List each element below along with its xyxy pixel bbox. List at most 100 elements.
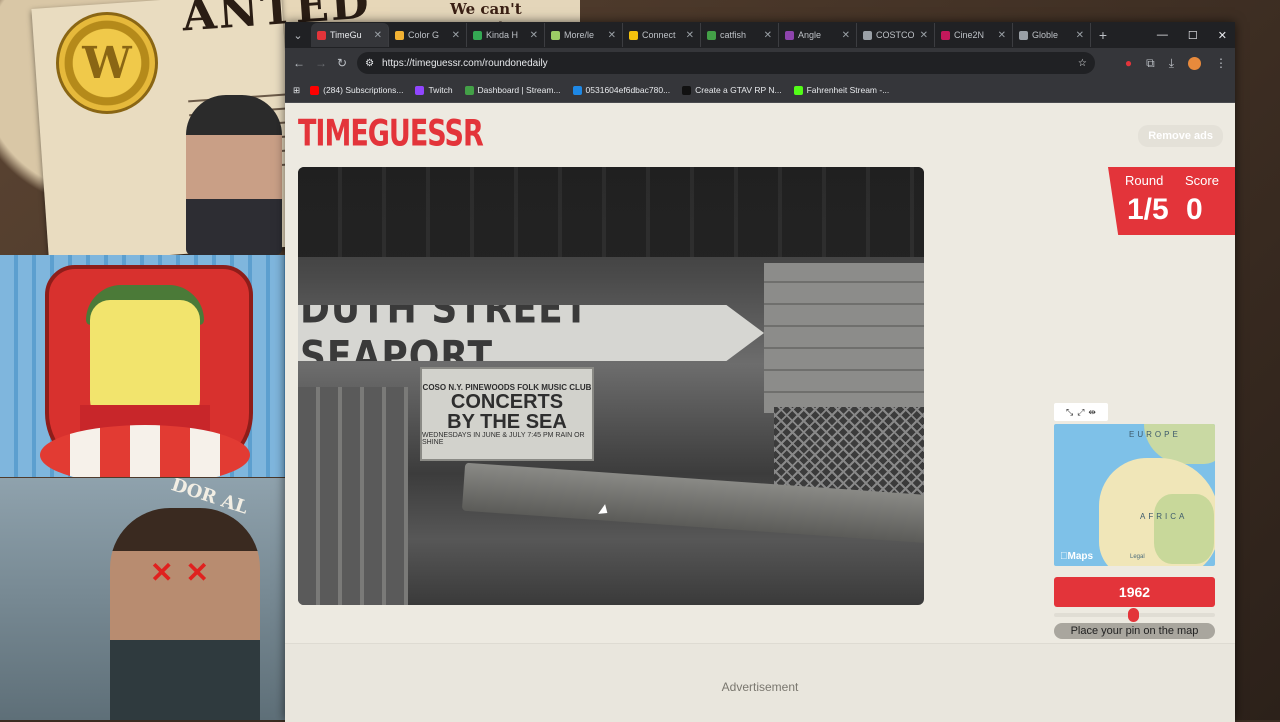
bookmark-star-icon[interactable]: ☆ — [1078, 58, 1087, 69]
back-arrow-icon[interactable]: ← — [293, 56, 305, 70]
tab-close-icon[interactable]: ✕ — [1076, 30, 1084, 41]
tab-favicon-icon — [785, 30, 794, 40]
advertisement-area: Advertisement — [285, 643, 1235, 722]
bookmark-item[interactable]: Dashboard | Stream... — [464, 85, 561, 95]
poster-line-2: CONCERTS — [450, 390, 564, 413]
maps-credit-text: Maps — [1060, 551, 1094, 562]
close-window-icon[interactable]: ✕ — [1218, 29, 1227, 42]
photo-building — [764, 263, 924, 413]
extension-icon[interactable]: ● — [1125, 56, 1132, 70]
window-controls: — ☐ ✕ — [1157, 22, 1227, 48]
timeguessr-logo[interactable]: TIMEGUESSR — [298, 113, 484, 155]
browser-tab[interactable]: COSTCO ✕ — [857, 23, 935, 47]
year-slider[interactable] — [1054, 608, 1215, 622]
photo-concert-poster: COSO N.Y. PINEWOODS FOLK MUSIC CLUB CONC… — [420, 367, 594, 461]
browser-tab[interactable]: Connect ✕ — [623, 23, 701, 47]
tab-favicon-icon — [395, 30, 404, 40]
bookmarks-bar: ⊞ (284) Subscriptions... Twitch Dashboard … — [285, 78, 1235, 103]
browser-tab[interactable]: Angle ✕ — [779, 23, 857, 47]
extensions-puzzle-icon[interactable]: ⧉ — [1146, 56, 1155, 71]
tab-close-icon[interactable]: ✕ — [920, 30, 928, 41]
minimize-icon[interactable]: — — [1157, 29, 1168, 41]
download-icon[interactable]: ⤓ — [1169, 56, 1174, 71]
maximize-icon[interactable]: ☐ — [1188, 29, 1198, 42]
tab-favicon-icon — [863, 30, 872, 40]
tab-label: Cine2N — [954, 30, 985, 40]
bookmark-favicon-icon — [464, 85, 474, 95]
shrink-map-icon[interactable]: ⤢ — [1077, 407, 1084, 418]
tab-list: TimeGu ✕ Color G ✕ Kinda H ✕ More/le ✕ Connect ✕ c… — [311, 23, 1091, 47]
tab-favicon-icon — [551, 30, 560, 40]
bookmark-favicon-icon — [682, 85, 692, 95]
toolbar-actions: ● ⧉ ⤓ ⋮ — [1125, 56, 1227, 71]
browser-tab[interactable]: catfish ✕ — [701, 23, 779, 47]
tab-close-icon[interactable]: ✕ — [686, 30, 694, 41]
reload-icon[interactable]: ↻ — [337, 56, 347, 70]
address-bar[interactable]: ⚙ https://timeguessr.com/roundonedaily ☆ — [357, 52, 1095, 74]
browser-toolbar: ← → ↻ ⚙ https://timeguessr.com/roundoned… — [285, 48, 1235, 78]
browser-window: ⌄ TimeGu ✕ Color G ✕ Kinda H ✕ More/le ✕ Connect… — [285, 22, 1235, 722]
bookmark-list: (284) Subscriptions... Twitch Dashboard | … — [310, 85, 889, 95]
year-slider-thumb[interactable] — [1127, 608, 1139, 622]
browser-tab[interactable]: TimeGu ✕ — [311, 23, 389, 47]
round-label: Round — [1125, 173, 1164, 188]
tab-label: Angle — [798, 30, 822, 40]
tab-strip: ⌄ TimeGu ✕ Color G ✕ Kinda H ✕ More/le ✕ Connect… — [285, 22, 1235, 48]
tab-label: COSTCO — [876, 30, 915, 40]
tab-favicon-icon — [629, 30, 638, 40]
bookmark-item[interactable]: 0531604ef6dbac780... — [572, 85, 671, 95]
round-score-panel: Round Score 1/5 0 — [1108, 167, 1235, 235]
browser-tab[interactable]: Cine2N ✕ — [935, 23, 1013, 47]
historical-photo[interactable]: DUTH STREET SEAPORT COSO N.Y. PINEWOODS … — [298, 167, 924, 605]
tab-favicon-icon — [1019, 30, 1028, 40]
tab-close-icon[interactable]: ✕ — [764, 30, 772, 41]
browser-tab[interactable]: Color G ✕ — [389, 23, 467, 47]
tab-close-icon[interactable]: ✕ — [608, 30, 616, 41]
cartoon-webcam-panel — [0, 255, 290, 477]
apps-grid-icon[interactable]: ⊞ — [293, 85, 300, 96]
tab-close-icon[interactable]: ✕ — [530, 30, 538, 41]
tab-search-chevron-icon[interactable]: ⌄ — [285, 29, 311, 42]
round-value: 1/5 — [1127, 193, 1169, 226]
map-label-europe: EUROPE — [1129, 430, 1181, 439]
bookmark-label: 0531604ef6dbac780... — [585, 85, 671, 95]
apple-maps-credit: Maps — [1060, 551, 1093, 562]
poster-caption: We can't expect — [390, 0, 580, 36]
expand-map-icon[interactable]: ⤡ — [1066, 407, 1073, 418]
tab-label: Connect — [642, 30, 676, 40]
new-tab-button[interactable]: + — [1091, 27, 1115, 43]
browser-tab[interactable]: Kinda H ✕ — [467, 23, 545, 47]
tab-label: More/le — [564, 30, 595, 40]
tab-close-icon[interactable]: ✕ — [452, 30, 460, 41]
tab-label: Kinda H — [486, 30, 519, 40]
photo-street-sign: DUTH STREET SEAPORT — [298, 305, 764, 361]
bearded-man-figure — [110, 508, 260, 720]
tab-close-icon[interactable]: ✕ — [374, 30, 382, 41]
world-map[interactable]: EUROPE AFRICA Maps Legal — [1054, 424, 1215, 566]
streamer-avatar-bottom: DOR AL ✕✕ — [0, 478, 285, 720]
site-info-icon[interactable]: ⚙ — [365, 58, 374, 69]
year-display: 1962 — [1054, 577, 1215, 607]
maps-legal-link[interactable]: Legal — [1130, 554, 1145, 560]
bookmark-item[interactable]: Twitch — [415, 85, 453, 95]
tab-label: Color G — [408, 30, 440, 40]
tab-close-icon[interactable]: ✕ — [998, 30, 1006, 41]
browser-tab[interactable]: Globle ✕ — [1013, 23, 1091, 47]
tab-favicon-icon — [707, 30, 716, 40]
place-pin-button[interactable]: Place your pin on the map — [1054, 623, 1215, 639]
menu-kebab-icon[interactable]: ⋮ — [1215, 56, 1227, 70]
tab-favicon-icon — [941, 30, 950, 40]
bookmark-item[interactable]: (284) Subscriptions... — [310, 85, 403, 95]
remove-ads-button[interactable]: Remove ads — [1138, 125, 1223, 147]
bookmark-label: Twitch — [428, 85, 453, 95]
profile-avatar[interactable] — [1188, 56, 1201, 70]
browser-tab[interactable]: More/le ✕ — [545, 23, 623, 47]
bookmark-item[interactable]: Fahrenheit Stream -... — [793, 85, 889, 95]
bookmark-label: Dashboard | Stream... — [477, 85, 561, 95]
map-label-africa: AFRICA — [1140, 512, 1188, 521]
forward-arrow-icon[interactable]: → — [315, 56, 327, 70]
bookmark-item[interactable]: Create a GTAV RP N... — [682, 85, 782, 95]
pin-map-icon[interactable]: ⇹ — [1088, 407, 1096, 418]
tab-close-icon[interactable]: ✕ — [842, 30, 850, 41]
map-tools: ⤡ ⤢ ⇹ — [1054, 403, 1108, 421]
